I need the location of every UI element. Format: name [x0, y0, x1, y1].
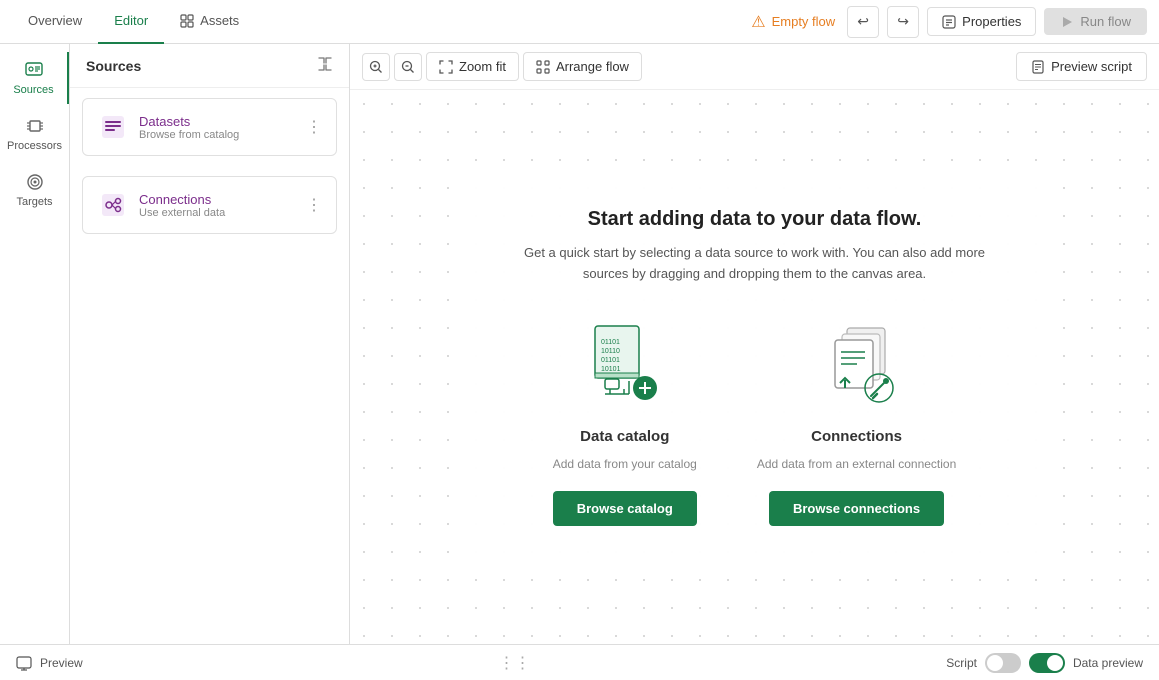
- tab-editor[interactable]: Editor: [98, 0, 164, 44]
- bottom-left: Preview: [16, 655, 83, 671]
- tab-overview[interactable]: Overview: [12, 0, 98, 44]
- connections-title: Connections: [811, 428, 902, 445]
- bottom-bar: Preview ⋮⋮ Script Data preview: [0, 644, 1159, 680]
- canvas-area: Zoom fit Arrange flow Pre: [350, 44, 1159, 644]
- connections-card[interactable]: Connections Use external data ⋮: [82, 176, 337, 234]
- connections-menu-button[interactable]: ⋮: [306, 195, 322, 215]
- data-preview-toggle[interactable]: [1029, 653, 1065, 673]
- properties-icon: [942, 15, 956, 29]
- arrange-icon: [536, 60, 550, 74]
- sidebar-item-processors[interactable]: Processors: [0, 108, 69, 160]
- sidebar-icons: Sources Processors Targets: [0, 44, 70, 644]
- data-catalog-option: 01101 10110 01101 10101: [553, 316, 697, 526]
- properties-button[interactable]: Properties: [927, 7, 1036, 36]
- connections-desc: Add data from an external connection: [757, 457, 956, 471]
- canvas-toolbar: Zoom fit Arrange flow Pre: [350, 44, 1159, 90]
- datasets-card[interactable]: Datasets Browse from catalog ⋮: [82, 98, 337, 156]
- main-area: Sources Processors Targets: [0, 44, 1159, 644]
- top-nav: Overview Editor Assets ⚠ Empty flow ↩ ↪ …: [0, 0, 1159, 44]
- datasets-menu-button[interactable]: ⋮: [306, 117, 322, 137]
- run-flow-button[interactable]: Run flow: [1044, 8, 1147, 35]
- data-catalog-illustration: 01101 10110 01101 10101: [575, 316, 675, 416]
- data-catalog-desc: Add data from your catalog: [553, 457, 697, 471]
- zoom-out-button[interactable]: [394, 53, 422, 81]
- options-row: 01101 10110 01101 10101: [524, 316, 985, 526]
- expand-icon: [317, 56, 333, 72]
- connections-illustration: [807, 316, 907, 416]
- sources-expand-button[interactable]: [317, 56, 333, 75]
- getting-started-card: Start adding data to your data flow. Get…: [464, 168, 1045, 567]
- sources-icon: [24, 60, 44, 80]
- browse-connections-button[interactable]: Browse connections: [769, 491, 944, 526]
- svg-text:01101: 01101: [601, 339, 620, 346]
- targets-icon: [25, 172, 45, 192]
- sources-panel: Sources Datasets: [70, 44, 350, 644]
- browse-catalog-button[interactable]: Browse catalog: [553, 491, 697, 526]
- bottom-right: Script Data preview: [946, 653, 1143, 673]
- canvas-description: Get a quick start by selecting a data so…: [524, 243, 985, 285]
- arrange-flow-button[interactable]: Arrange flow: [523, 52, 642, 81]
- zoom-fit-icon: [439, 60, 453, 74]
- undo-button[interactable]: ↩: [847, 6, 879, 38]
- drag-handle[interactable]: ⋮⋮: [498, 653, 530, 673]
- preview-label: Preview: [40, 656, 83, 670]
- processors-icon: [25, 116, 45, 136]
- sidebar-item-sources[interactable]: Sources: [0, 52, 69, 104]
- sources-header: Sources: [70, 44, 349, 88]
- run-icon: [1060, 15, 1074, 29]
- redo-button[interactable]: ↪: [887, 6, 919, 38]
- warning-icon: ⚠: [751, 12, 765, 32]
- script-label: Script: [946, 656, 977, 670]
- script-toggle[interactable]: [985, 653, 1021, 673]
- canvas-content: Start adding data to your data flow. Get…: [350, 90, 1159, 644]
- tab-assets[interactable]: Assets: [164, 0, 255, 44]
- preview-script-button[interactable]: Preview script: [1016, 52, 1147, 81]
- connections-icon: [97, 189, 129, 221]
- canvas-title: Start adding data to your data flow.: [524, 208, 985, 231]
- svg-text:10101: 10101: [601, 366, 621, 373]
- svg-text:10110: 10110: [601, 348, 620, 355]
- data-preview-label: Data preview: [1073, 656, 1143, 670]
- assets-icon: [180, 14, 194, 28]
- zoom-in-button[interactable]: [362, 53, 390, 81]
- svg-text:01101: 01101: [601, 357, 620, 364]
- zoom-fit-button[interactable]: Zoom fit: [426, 52, 519, 81]
- data-catalog-title: Data catalog: [580, 428, 669, 445]
- zoom-in-icon: [369, 60, 383, 74]
- sidebar-item-targets[interactable]: Targets: [0, 164, 69, 216]
- datasets-icon: [97, 111, 129, 143]
- nav-actions: ↩ ↪ Properties Run flow: [847, 6, 1147, 38]
- preview-script-icon: [1031, 60, 1045, 74]
- zoom-out-icon: [401, 60, 415, 74]
- preview-icon: [16, 655, 32, 671]
- connections-option: Connections Add data from an external co…: [757, 316, 956, 526]
- empty-flow-badge: ⚠ Empty flow: [739, 8, 847, 36]
